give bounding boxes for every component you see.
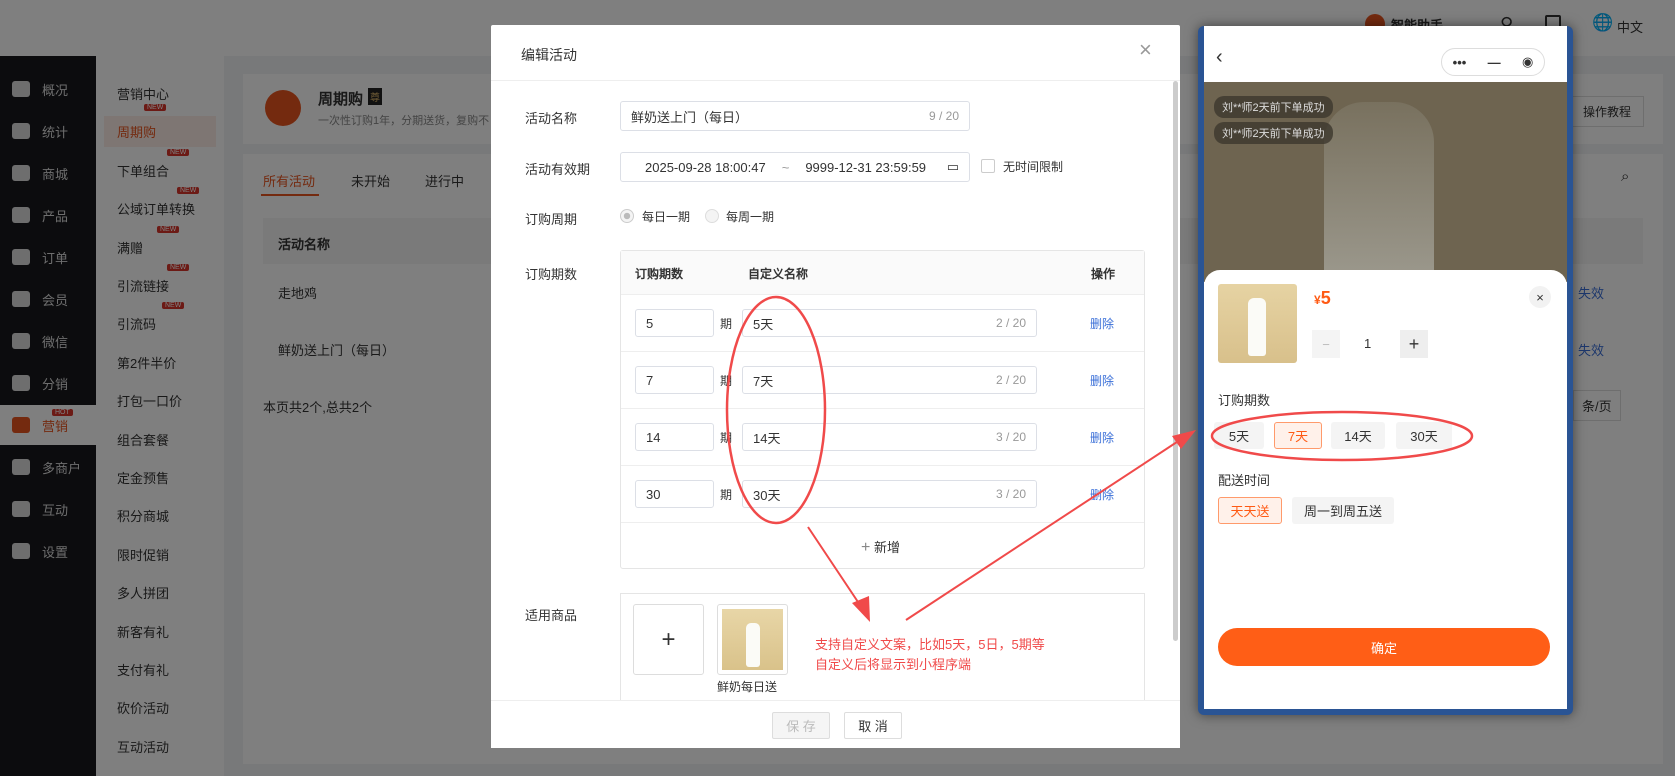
annotation-ellipse bbox=[725, 295, 827, 525]
arrow-head bbox=[1172, 430, 1196, 449]
annotation-arrow bbox=[905, 439, 1181, 621]
annotation-ellipse bbox=[1210, 410, 1474, 462]
annotation-text: 支持自定义文案，比如5天，5日，5期等 bbox=[815, 637, 1045, 652]
annotation-text: 自定义后将显示到小程序端 bbox=[815, 657, 972, 672]
annotation-arrow bbox=[807, 526, 863, 609]
arrow-head bbox=[852, 596, 870, 622]
